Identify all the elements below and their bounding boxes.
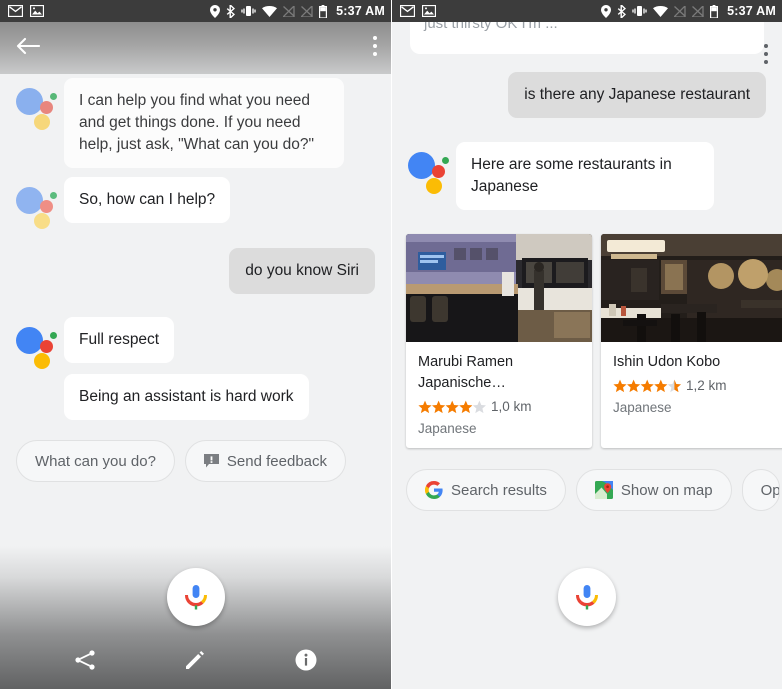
restaurant-photo	[601, 234, 782, 342]
signal-off-2-icon	[692, 5, 705, 17]
message-row: Here are some restaurants in Japanese	[392, 142, 782, 210]
signal-off-icon	[674, 5, 687, 17]
message-row: So, how can I help?	[0, 177, 391, 229]
left-conversation: I can help you find what you need and ge…	[0, 78, 391, 482]
status-notification-icons	[8, 5, 44, 17]
status-time: 5:37 AM	[336, 4, 385, 18]
chip-label: Send feedback	[226, 452, 327, 470]
chip-show-on-map[interactable]: Show on map	[575, 469, 732, 512]
restaurant-category: Japanese	[613, 400, 672, 416]
status-bar-left: 5:37 AM	[0, 0, 391, 22]
wifi-icon	[262, 5, 278, 17]
chip-what-can-you-do[interactable]: What can you do?	[16, 440, 175, 482]
chip-label: What can you do?	[35, 452, 156, 470]
status-bar-right: 5:37 AM	[392, 0, 782, 22]
photos-icon	[30, 5, 44, 17]
user-message: is there any Japanese restaurant	[508, 72, 766, 118]
vibrate-icon	[241, 6, 256, 16]
info-icon[interactable]	[294, 648, 318, 677]
left-nav-bar	[0, 635, 391, 689]
message-row: do you know Siri	[0, 248, 391, 294]
partial-message-text: just thirsty OK I'm ...	[424, 22, 558, 32]
message-row: Being an assistant is hard work	[0, 374, 391, 422]
mic-button[interactable]	[166, 568, 225, 626]
status-system-icons: 5:37 AM	[210, 4, 385, 18]
battery-icon	[710, 4, 719, 18]
assistant-avatar	[408, 148, 450, 194]
dual-screenshot: 5:37 AM I can help you find what you nee…	[0, 0, 782, 689]
status-system-icons: 5:37 AM	[601, 4, 776, 18]
chip-send-feedback[interactable]: Send feedback	[184, 440, 346, 482]
restaurant-card-list: Marubi Ramen Japanische… 1,0 km Japanese…	[392, 234, 782, 449]
partial-message-bubble: just thirsty OK I'm ...	[410, 22, 764, 54]
wifi-icon	[653, 5, 669, 17]
star-rating-icons	[613, 379, 681, 393]
right-phone-screen: 5:37 AM just thirsty OK I'm ... is there…	[391, 0, 782, 689]
google-mic-icon	[575, 585, 599, 610]
chip-label: Show on map	[620, 481, 713, 499]
assistant-avatar	[16, 84, 58, 130]
battery-icon	[319, 4, 328, 18]
right-suggestion-chips: Search results Show on map Op	[392, 465, 782, 512]
chip-label: Op	[760, 481, 780, 499]
edit-icon[interactable]	[183, 648, 207, 677]
chip-label: Search results	[451, 481, 547, 499]
status-time: 5:37 AM	[727, 4, 776, 18]
signal-off-icon	[283, 5, 296, 17]
assistant-avatar	[16, 183, 58, 229]
signal-off-2-icon	[301, 5, 314, 17]
user-message: do you know Siri	[229, 248, 375, 294]
back-icon[interactable]	[16, 36, 41, 61]
google-g-icon	[425, 481, 443, 500]
restaurant-card[interactable]: Ishin Udon Kobo 1,2 km Japanese	[601, 234, 782, 449]
restaurant-distance: 1,0 km	[491, 399, 532, 415]
restaurant-card[interactable]: Marubi Ramen Japanische… 1,0 km Japanese	[406, 234, 592, 449]
assistant-message: Here are some restaurants in Japanese	[456, 142, 714, 210]
restaurant-rating: 1,0 km	[418, 399, 580, 414]
status-notification-icons	[400, 5, 436, 17]
left-bottom-bar	[0, 546, 391, 689]
assistant-message: Being an assistant is hard work	[64, 374, 309, 420]
gmail-icon	[8, 5, 23, 17]
assistant-avatar	[16, 323, 58, 369]
overflow-menu-icon[interactable]	[373, 36, 377, 56]
message-row: I can help you find what you need and ge…	[0, 78, 391, 168]
share-icon[interactable]	[73, 648, 97, 677]
bluetooth-icon	[226, 4, 236, 18]
restaurant-name: Ishin Udon Kobo	[613, 354, 721, 370]
restaurant-card-body: Ishin Udon Kobo 1,2 km Japanese	[601, 342, 782, 427]
avatar-spacer	[16, 380, 58, 422]
left-suggestion-chips: What can you do? Send feedback	[0, 436, 391, 482]
assistant-message: Full respect	[64, 317, 175, 363]
google-maps-icon	[594, 481, 613, 500]
restaurant-photo	[406, 234, 592, 342]
mic-button[interactable]	[558, 568, 616, 626]
restaurant-rating: 1,2 km	[613, 378, 775, 393]
restaurant-name: Marubi Ramen Japanische…	[418, 354, 514, 392]
right-bottom-bar	[392, 546, 782, 689]
photos-icon	[422, 5, 436, 17]
location-icon	[601, 4, 612, 18]
overflow-menu-icon[interactable]	[764, 44, 768, 64]
restaurant-distance: 1,2 km	[686, 378, 727, 394]
gmail-icon	[400, 5, 415, 17]
vibrate-icon	[632, 6, 647, 16]
left-phone-screen: 5:37 AM I can help you find what you nee…	[0, 0, 391, 689]
bluetooth-icon	[617, 4, 627, 18]
assistant-message: I can help you find what you need and ge…	[64, 78, 344, 168]
location-icon	[210, 4, 221, 18]
message-row: is there any Japanese restaurant	[392, 72, 782, 118]
chip-search-results[interactable]: Search results	[406, 469, 566, 512]
left-app-header	[0, 22, 391, 74]
restaurant-card-body: Marubi Ramen Japanische… 1,0 km Japanese	[406, 342, 592, 448]
google-mic-icon	[184, 585, 207, 610]
feedback-icon	[203, 454, 219, 468]
restaurant-category: Japanese	[418, 421, 477, 437]
chip-open-website[interactable]: Op	[741, 469, 780, 512]
right-conversation: is there any Japanese restaurant Here ar…	[392, 72, 782, 512]
star-rating-icons	[418, 400, 486, 414]
message-row: Full respect	[0, 317, 391, 369]
assistant-message: So, how can I help?	[64, 177, 231, 223]
